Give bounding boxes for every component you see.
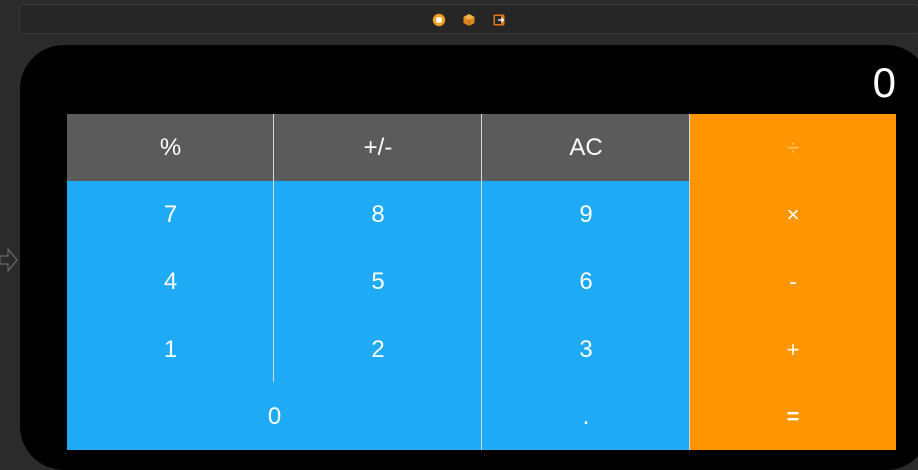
digit-0-button[interactable]: 0 bbox=[67, 383, 482, 450]
all-clear-button[interactable]: AC bbox=[482, 114, 690, 181]
entry-point-arrow-icon bbox=[0, 247, 18, 273]
digit-5-button[interactable]: 5 bbox=[274, 248, 482, 316]
digit-9-button[interactable]: 9 bbox=[482, 181, 690, 248]
decimal-button[interactable]: . bbox=[482, 383, 690, 450]
multiply-button[interactable]: × bbox=[690, 181, 896, 248]
separator-col-2 bbox=[481, 114, 482, 450]
exit-icon[interactable] bbox=[492, 13, 506, 27]
storyboard-canvas: 0 % +/- AC ÷ 7 8 9 × 4 5 6 - 1 2 3 + 0 .… bbox=[0, 0, 918, 470]
first-responder-icon[interactable] bbox=[462, 13, 476, 27]
result-display: 0 bbox=[872, 59, 896, 106]
scene-dock-icons bbox=[20, 5, 918, 35]
divide-button[interactable]: ÷ bbox=[690, 114, 896, 181]
digit-4-button[interactable]: 4 bbox=[67, 248, 274, 316]
percent-button[interactable]: % bbox=[67, 114, 274, 181]
digit-7-button[interactable]: 7 bbox=[67, 181, 274, 248]
separator-col-1 bbox=[273, 114, 274, 382]
scene-dock bbox=[19, 4, 918, 34]
equals-button[interactable]: = bbox=[690, 383, 896, 450]
digit-1-button[interactable]: 1 bbox=[67, 316, 274, 383]
digit-8-button[interactable]: 8 bbox=[274, 181, 482, 248]
separator-col-3 bbox=[689, 114, 690, 450]
digit-2-button[interactable]: 2 bbox=[274, 316, 482, 383]
add-button[interactable]: + bbox=[690, 316, 896, 383]
digit-3-button[interactable]: 3 bbox=[482, 316, 690, 383]
digit-6-button[interactable]: 6 bbox=[482, 248, 690, 316]
subtract-button[interactable]: - bbox=[690, 248, 896, 316]
view-controller-icon[interactable] bbox=[432, 13, 446, 27]
sign-toggle-button[interactable]: +/- bbox=[274, 114, 482, 181]
